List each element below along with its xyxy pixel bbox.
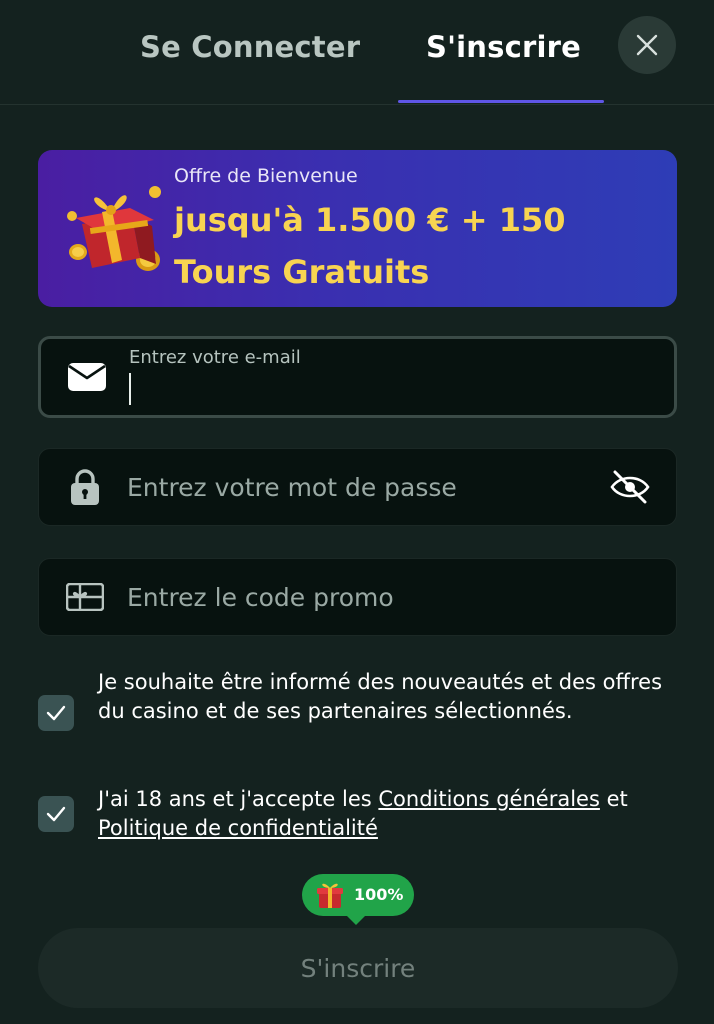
banner-title-line1: jusqu'à 1.500 € + 150 <box>174 201 566 239</box>
gift-icon <box>67 186 161 271</box>
terms-checkbox[interactable] <box>38 796 74 832</box>
promo-code-field[interactable] <box>38 558 677 636</box>
register-submit-button[interactable]: S'inscrire <box>38 928 678 1008</box>
banner-title: jusqu'à 1.500 € + 150 Tours Gratuits <box>174 194 566 298</box>
progress-label: 100% <box>354 885 404 904</box>
close-icon <box>636 34 658 56</box>
privacy-policy-link[interactable]: Politique de confidentialité <box>98 816 378 840</box>
newsletter-consent-row: Je souhaite être informé des nouveautés … <box>38 668 678 758</box>
checkmark-icon <box>46 705 66 721</box>
email-field[interactable]: Entrez votre e-mail <box>38 336 677 418</box>
newsletter-consent-text: Je souhaite être informé des nouveautés … <box>98 670 663 723</box>
password-visibility-toggle[interactable] <box>608 465 652 509</box>
active-tab-indicator <box>398 100 604 103</box>
password-input[interactable] <box>127 449 587 525</box>
tab-login[interactable]: Se Connecter <box>140 30 360 64</box>
auth-header: Se Connecter S'inscrire <box>0 0 714 105</box>
terms-consent-row: J'ai 18 ans et j'accepte les Conditions … <box>38 785 678 845</box>
eye-off-icon <box>610 470 650 504</box>
terms-conditions-link[interactable]: Conditions générales <box>378 787 600 811</box>
terms-text-middle: et <box>599 787 628 811</box>
banner-title-line2: Tours Gratuits <box>174 253 430 291</box>
tab-register[interactable]: S'inscrire <box>426 30 581 64</box>
terms-text-before: J'ai 18 ans et j'accepte les <box>98 787 379 811</box>
close-button[interactable] <box>618 16 676 74</box>
promo-code-input[interactable] <box>127 559 587 635</box>
welcome-offer-banner: Offre de Bienvenue jusqu'à 1.500 € + 150… <box>38 150 677 307</box>
newsletter-checkbox[interactable] <box>38 695 74 731</box>
gift-icon <box>317 883 343 908</box>
email-field-label: Entrez votre e-mail <box>129 347 301 368</box>
text-caret <box>129 373 131 405</box>
progress-bubble: 100% <box>302 874 414 925</box>
lock-icon <box>65 467 105 507</box>
envelope-icon <box>67 357 107 397</box>
password-field[interactable] <box>38 448 677 526</box>
banner-subtitle: Offre de Bienvenue <box>174 165 358 187</box>
terms-consent-text: J'ai 18 ans et j'accepte les Conditions … <box>98 785 678 843</box>
checkmark-icon <box>46 806 66 822</box>
ticket-icon <box>65 577 105 617</box>
